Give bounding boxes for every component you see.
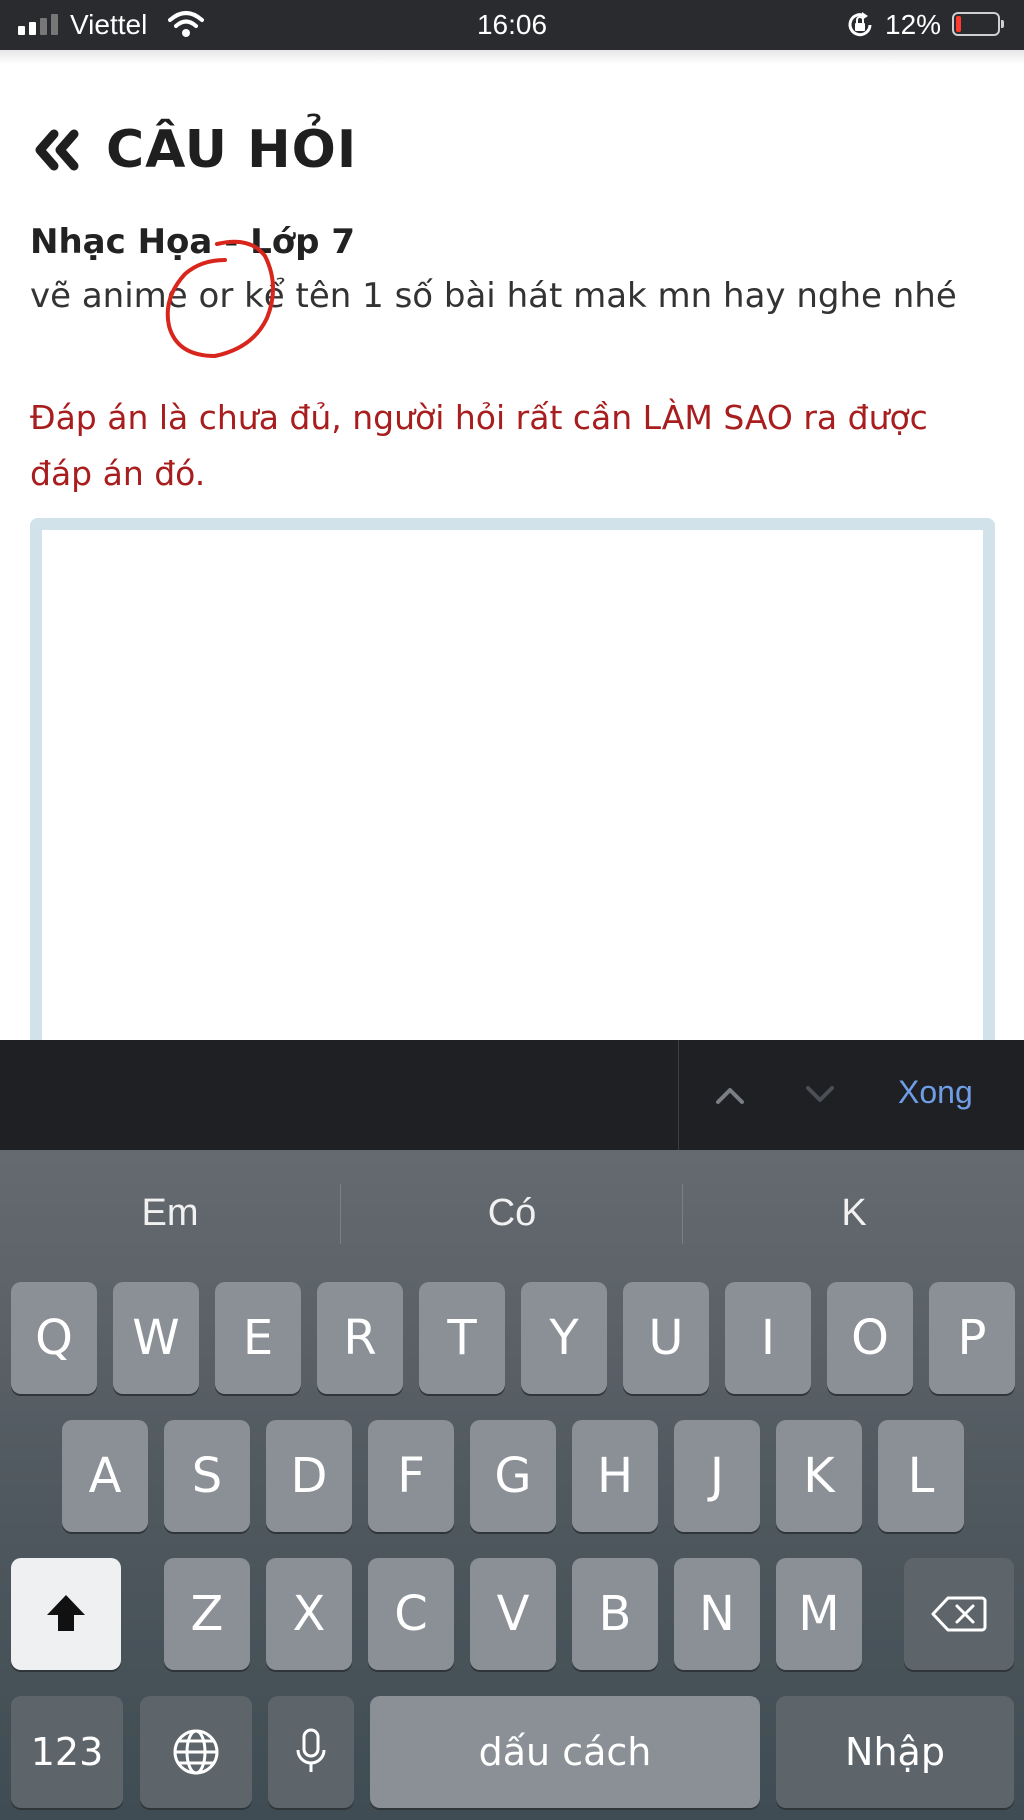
- shift-icon: [47, 1595, 85, 1631]
- suggestion-3[interactable]: K: [684, 1192, 1024, 1235]
- key-o[interactable]: O: [827, 1282, 913, 1394]
- globe-key[interactable]: [140, 1696, 252, 1808]
- key-g[interactable]: G: [470, 1420, 556, 1532]
- suggestion-divider: [340, 1184, 341, 1244]
- key-t[interactable]: T: [419, 1282, 505, 1394]
- space-key[interactable]: dấu cách: [370, 1696, 760, 1808]
- key-i[interactable]: I: [725, 1282, 811, 1394]
- toolbar-divider: [678, 1040, 679, 1150]
- done-button[interactable]: Xong: [898, 1074, 973, 1111]
- chevron-down-icon[interactable]: [802, 1082, 838, 1106]
- key-u[interactable]: U: [623, 1282, 709, 1394]
- key-m[interactable]: M: [776, 1558, 862, 1670]
- key-c[interactable]: C: [368, 1558, 454, 1670]
- key-f[interactable]: F: [368, 1420, 454, 1532]
- key-a[interactable]: A: [62, 1420, 148, 1532]
- key-d[interactable]: D: [266, 1420, 352, 1532]
- microphone-key[interactable]: [268, 1696, 354, 1808]
- key-x[interactable]: X: [266, 1558, 352, 1670]
- handwritten-circle-annotation: [165, 239, 276, 359]
- key-p[interactable]: P: [929, 1282, 1015, 1394]
- status-bar: Viettel 16:06 12%: [0, 0, 1024, 50]
- key-r[interactable]: R: [317, 1282, 403, 1394]
- globe-icon: [173, 1729, 219, 1775]
- battery-icon: [952, 12, 1004, 36]
- key-l[interactable]: L: [878, 1420, 964, 1532]
- key-h[interactable]: H: [572, 1420, 658, 1532]
- key-q[interactable]: Q: [11, 1282, 97, 1394]
- answer-warning: Đáp án là chưa đủ, người hỏi rất cần LÀM…: [30, 398, 928, 493]
- key-j[interactable]: J: [674, 1420, 760, 1532]
- shift-key[interactable]: [11, 1558, 121, 1670]
- double-chevron-left-icon[interactable]: [30, 126, 86, 174]
- key-n[interactable]: N: [674, 1558, 760, 1670]
- key-s[interactable]: S: [164, 1420, 250, 1532]
- answer-textarea[interactable]: [30, 518, 995, 1058]
- numbers-key[interactable]: 123: [11, 1696, 123, 1808]
- key-w[interactable]: W: [113, 1282, 199, 1394]
- suggestion-divider: [682, 1184, 683, 1244]
- key-k[interactable]: K: [776, 1420, 862, 1532]
- battery-percent: 12%: [885, 9, 942, 40]
- key-v[interactable]: V: [470, 1558, 556, 1670]
- orientation-lock-icon: [848, 12, 872, 37]
- return-key[interactable]: Nhập: [776, 1696, 1014, 1808]
- key-y[interactable]: Y: [521, 1282, 607, 1394]
- key-b[interactable]: B: [572, 1558, 658, 1670]
- key-z[interactable]: Z: [164, 1558, 250, 1670]
- backspace-icon: [931, 1596, 987, 1632]
- keyboard-toolbar: [0, 1040, 1024, 1150]
- microphone-icon: [296, 1728, 326, 1772]
- suggestion-2[interactable]: Có: [342, 1192, 682, 1235]
- chevron-up-icon[interactable]: [712, 1082, 748, 1106]
- page-title: CÂU HỎI: [106, 120, 358, 180]
- key-e[interactable]: E: [215, 1282, 301, 1394]
- backspace-key[interactable]: [904, 1558, 1014, 1670]
- header-shadow: [0, 50, 1024, 64]
- suggestion-1[interactable]: Em: [0, 1192, 340, 1235]
